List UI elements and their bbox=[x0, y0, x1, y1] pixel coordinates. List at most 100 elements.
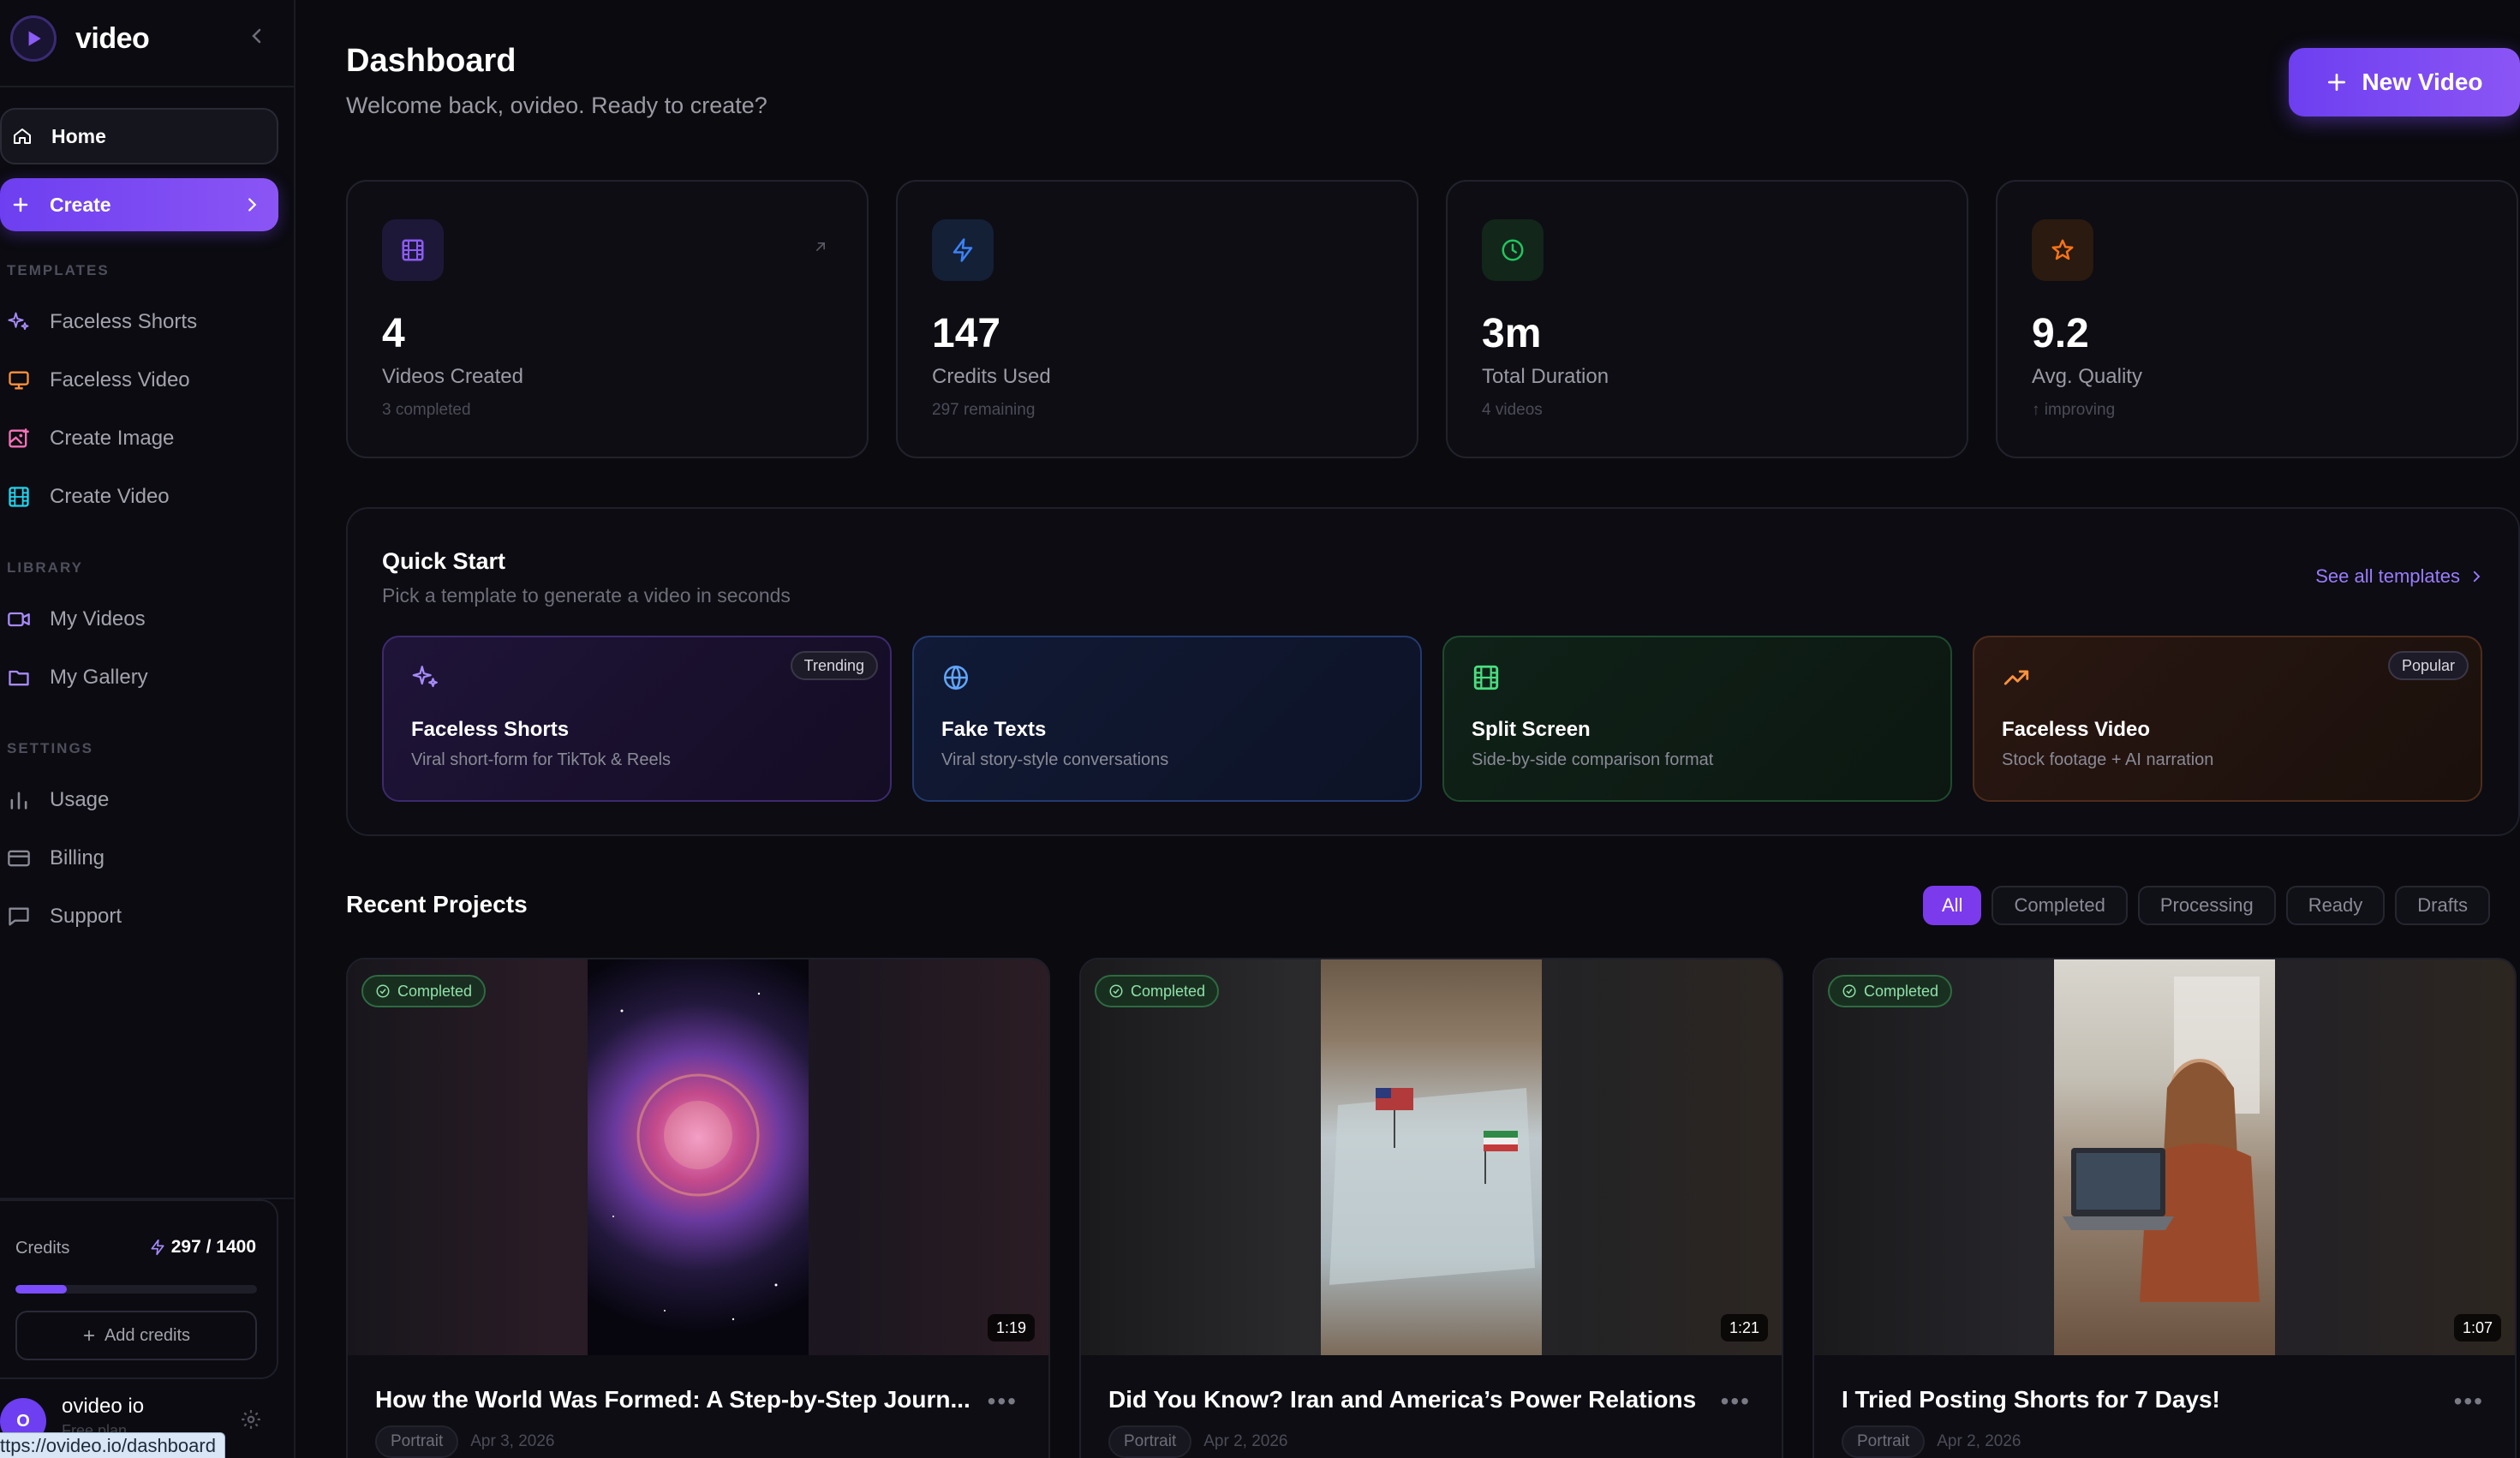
stat-value: 4 bbox=[382, 311, 405, 356]
sidebar-item-home[interactable]: Home bbox=[0, 108, 278, 164]
stat-card-videos[interactable]: 4 Videos Created 3 completed bbox=[346, 180, 869, 458]
template-title: Faceless Shorts bbox=[411, 718, 570, 741]
collapse-sidebar-icon[interactable] bbox=[247, 26, 267, 46]
trending-badge: Trending bbox=[790, 651, 878, 680]
more-options-icon[interactable]: ••• bbox=[2454, 1388, 2484, 1415]
stat-value: 3m bbox=[1482, 311, 1542, 356]
sidebar-item-my-gallery[interactable]: My Gallery bbox=[7, 660, 148, 695]
app-logo[interactable]: video bbox=[10, 15, 150, 62]
video-thumbnail[interactable]: Completed 1:07 bbox=[1814, 959, 2515, 1355]
image-plus-icon bbox=[7, 427, 31, 451]
template-desc: Viral story-style conversations bbox=[941, 750, 1169, 769]
stat-card-quality[interactable]: 9.2 Avg. Quality ↑ improving bbox=[1996, 180, 2518, 458]
video-thumbnail[interactable]: Completed 1:21 bbox=[1081, 959, 1782, 1355]
video-thumbnail[interactable]: Completed 1:19 bbox=[348, 959, 1048, 1355]
add-credits-button[interactable]: Add credits bbox=[15, 1311, 257, 1360]
project-card[interactable]: Completed 1:07 I Tried Posting Shorts fo… bbox=[1812, 958, 2517, 1458]
sidebar-item-label: Faceless Shorts bbox=[50, 310, 198, 333]
sidebar-item-label: Faceless Video bbox=[50, 368, 190, 391]
template-card-fake-texts[interactable]: Fake Texts Viral story-style conversatio… bbox=[912, 636, 1422, 802]
folder-icon bbox=[7, 666, 31, 690]
bar-chart-icon bbox=[7, 788, 31, 812]
stat-label: Avg. Quality bbox=[2032, 365, 2142, 388]
chevron-right-icon bbox=[242, 195, 261, 214]
sidebar-item-label: Create bbox=[50, 193, 111, 216]
duration-badge: 1:07 bbox=[2453, 1314, 2501, 1341]
filter-processing[interactable]: Processing bbox=[2137, 886, 2276, 925]
quick-start-subtitle: Pick a template to generate a video in s… bbox=[382, 584, 791, 607]
project-title[interactable]: Did You Know? Iran and America’s Power R… bbox=[1108, 1386, 1708, 1413]
check-circle-icon bbox=[375, 983, 391, 999]
clock-icon bbox=[1482, 219, 1544, 281]
sidebar-item-support[interactable]: Support bbox=[7, 899, 122, 934]
status-label: Completed bbox=[397, 982, 473, 1000]
see-all-label: See all templates bbox=[2315, 565, 2460, 587]
status-label: Completed bbox=[1864, 982, 1939, 1000]
sidebar-item-billing[interactable]: Billing bbox=[7, 841, 105, 875]
home-icon bbox=[12, 126, 33, 146]
play-logo-icon bbox=[10, 15, 57, 62]
sidebar-item-label: Support bbox=[50, 905, 122, 928]
globe-icon bbox=[941, 663, 970, 692]
sidebar-divider bbox=[0, 86, 296, 87]
sidebar-item-create[interactable]: Create bbox=[0, 178, 278, 231]
gear-icon[interactable] bbox=[240, 1408, 262, 1431]
credits-progress-fill bbox=[15, 1285, 67, 1294]
template-card-split-screen[interactable]: Split Screen Side-by-side comparison for… bbox=[1442, 636, 1952, 802]
filter-completed[interactable]: Completed bbox=[1992, 886, 2128, 925]
bolt-icon bbox=[932, 219, 994, 281]
format-tag: Portrait bbox=[375, 1425, 459, 1458]
sidebar-item-create-image[interactable]: Create Image bbox=[7, 421, 174, 456]
sidebar-item-faceless-shorts[interactable]: Faceless Shorts bbox=[7, 305, 197, 339]
project-meta: Portrait Apr 2, 2026 bbox=[1108, 1425, 1288, 1458]
stat-card-credits[interactable]: 147 Credits Used 297 remaining bbox=[896, 180, 1418, 458]
filter-ready[interactable]: Ready bbox=[2285, 886, 2386, 925]
project-title[interactable]: How the World Was Formed: A Step-by-Step… bbox=[375, 1386, 975, 1413]
sparkles-icon bbox=[411, 663, 440, 692]
sidebar-item-faceless-video[interactable]: Faceless Video bbox=[7, 363, 190, 397]
filter-drafts[interactable]: Drafts bbox=[2395, 886, 2490, 925]
credits-label: Credits bbox=[15, 1239, 70, 1258]
page-title: Dashboard bbox=[346, 43, 517, 79]
sidebar-item-usage[interactable]: Usage bbox=[7, 783, 109, 817]
status-badge: Completed bbox=[1828, 975, 1953, 1007]
sparkles-icon bbox=[7, 310, 31, 334]
status-label: Completed bbox=[1131, 982, 1206, 1000]
nebula-image bbox=[588, 959, 809, 1355]
project-title[interactable]: I Tried Posting Shorts for 7 Days! bbox=[1842, 1386, 2441, 1413]
project-meta: Portrait Apr 3, 2026 bbox=[375, 1425, 555, 1458]
see-all-templates-link[interactable]: See all templates bbox=[2315, 565, 2484, 588]
project-card[interactable]: Completed 1:19 How the World Was Formed:… bbox=[346, 958, 1050, 1458]
project-date: Apr 3, 2026 bbox=[470, 1432, 555, 1450]
check-circle-icon bbox=[1842, 983, 1857, 999]
add-credits-label: Add credits bbox=[104, 1325, 191, 1345]
filter-all[interactable]: All bbox=[1923, 886, 1982, 925]
new-video-button[interactable]: New Video bbox=[2289, 48, 2520, 117]
sidebar-item-label: Billing bbox=[50, 846, 105, 869]
template-desc: Stock footage + AI narration bbox=[2002, 750, 2214, 769]
more-options-icon[interactable]: ••• bbox=[988, 1388, 1018, 1415]
browser-status-url: ttps://ovideo.io/dashboard bbox=[0, 1432, 225, 1458]
stat-sub: 3 completed bbox=[382, 401, 471, 419]
person-laptop-image bbox=[2054, 959, 2275, 1355]
credits-value-text: 297 / 1400 bbox=[170, 1237, 256, 1257]
film-icon bbox=[1472, 663, 1501, 692]
more-options-icon[interactable]: ••• bbox=[1721, 1388, 1751, 1415]
trending-up-icon bbox=[2002, 663, 2031, 692]
template-card-faceless-video[interactable]: Popular Faceless Video Stock footage + A… bbox=[1973, 636, 2482, 802]
project-card[interactable]: Completed 1:21 Did You Know? Iran and Am… bbox=[1079, 958, 1783, 1458]
sidebar-item-my-videos[interactable]: My Videos bbox=[7, 602, 146, 636]
template-title: Fake Texts bbox=[941, 718, 1047, 741]
app-name: video bbox=[75, 21, 150, 55]
stat-card-duration[interactable]: 3m Total Duration 4 videos bbox=[1446, 180, 1968, 458]
sidebar-item-label: My Videos bbox=[50, 607, 146, 630]
user-name: ovideo io bbox=[62, 1395, 145, 1418]
template-card-faceless-shorts[interactable]: Trending Faceless Shorts Viral short-for… bbox=[382, 636, 892, 802]
format-tag: Portrait bbox=[1842, 1425, 1926, 1458]
status-badge: Completed bbox=[1095, 975, 1220, 1007]
sidebar-item-label: Create Video bbox=[50, 485, 170, 508]
plus-icon bbox=[2326, 71, 2348, 93]
status-badge: Completed bbox=[361, 975, 487, 1007]
sidebar-item-create-video[interactable]: Create Video bbox=[7, 480, 170, 514]
popular-badge: Popular bbox=[2387, 651, 2469, 680]
